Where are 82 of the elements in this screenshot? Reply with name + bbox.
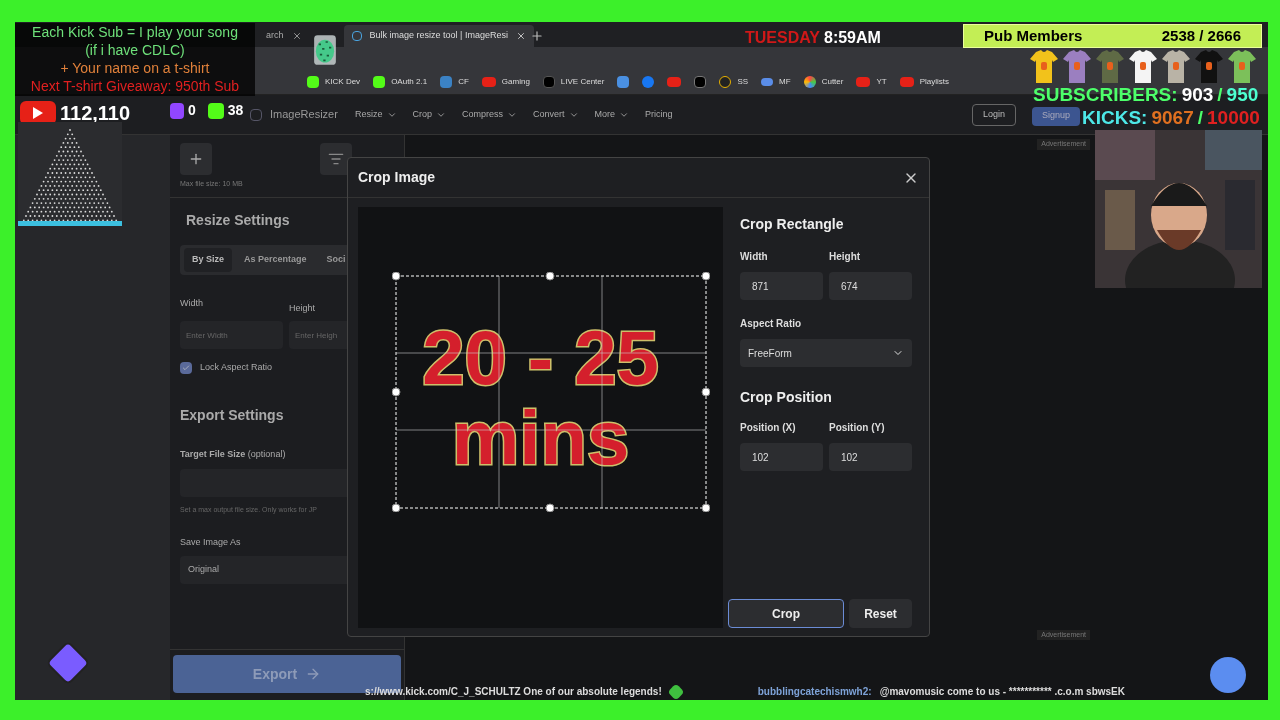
notice-line: (if i have CDLC) xyxy=(85,41,185,59)
browser-tab[interactable]: Bulk image resize tool | ImageResi xyxy=(343,25,534,47)
add-button[interactable] xyxy=(180,143,212,175)
number-field[interactable]: 102 xyxy=(829,443,912,471)
separator: / xyxy=(1197,108,1203,127)
section-title: Crop Position xyxy=(740,388,833,407)
nav-link[interactable]: Pricing xyxy=(645,107,673,122)
check-icon xyxy=(182,363,190,372)
logo-icon xyxy=(250,108,262,121)
jar-drawing xyxy=(313,32,337,68)
new-tab-icon[interactable] xyxy=(529,29,544,43)
subscribers-goal: 950 xyxy=(1226,85,1259,104)
field-label: Aspect Ratio xyxy=(740,317,803,331)
image-text: mins xyxy=(451,397,630,478)
checkbox[interactable] xyxy=(180,361,192,374)
plus-icon xyxy=(188,151,204,167)
field-label: Width xyxy=(740,250,769,264)
separator: / xyxy=(1217,85,1223,104)
aspect-ratio-select[interactable]: FreeForm xyxy=(740,339,912,367)
favicon-icon xyxy=(351,31,362,41)
kicks-goal: 10000 xyxy=(1207,108,1260,127)
crop-rectangle[interactable] xyxy=(392,272,710,512)
subscribers-label: SUBSCRIBERS: xyxy=(1033,85,1178,104)
resize-tab[interactable]: As Percentage xyxy=(236,247,315,272)
close-icon[interactable] xyxy=(291,31,302,41)
field-label: Position (Y) xyxy=(829,421,886,435)
browser-tab[interactable]: arch xyxy=(258,25,310,47)
youtube-count: 112,110 xyxy=(60,101,131,126)
kicks-label: KICKS: xyxy=(1082,108,1148,127)
subscribers-count: 903 xyxy=(1181,85,1214,104)
kicks-count: 9067 xyxy=(1151,108,1194,127)
clock-time: 8:59AM xyxy=(824,28,881,48)
bookmark[interactable]: CF xyxy=(440,76,469,88)
chat-username: bubblingcatechismwh2: xyxy=(757,685,872,699)
image-text: 20 - 25 xyxy=(422,317,659,398)
bookmark[interactable]: KICK Dev xyxy=(307,76,361,88)
filter-button[interactable] xyxy=(320,143,352,175)
section-title: Export Settings xyxy=(180,405,285,425)
bookmark[interactable]: Cutter xyxy=(803,76,844,88)
dialog-title: Crop Image xyxy=(358,168,435,187)
bookmark[interactable]: OAuth 2.1 xyxy=(373,76,428,88)
field-label: Position (X) xyxy=(740,421,797,435)
pub-members-count: 2538 / 2666 xyxy=(1161,25,1241,46)
nav-link[interactable]: Convert xyxy=(533,107,579,122)
kick-count: 38 xyxy=(227,101,244,120)
bookmark-icon xyxy=(440,76,453,88)
pub-members-label: Pub Members xyxy=(984,25,1083,46)
filter-icon xyxy=(328,151,344,167)
notice-line: + Your name on a t-shirt xyxy=(60,59,210,77)
nav-link[interactable]: Compress xyxy=(462,107,518,122)
login-button[interactable]: Login xyxy=(971,103,1016,126)
number-field[interactable]: 674 xyxy=(829,272,912,300)
bookmark[interactable]: MF xyxy=(761,76,791,88)
field-label: Height xyxy=(829,250,862,264)
nav-link[interactable]: Crop xyxy=(412,107,447,122)
site-logo[interactable]: ImageResizer xyxy=(270,106,338,123)
number-field[interactable]: 871 xyxy=(740,272,823,300)
field-label: Height xyxy=(289,301,316,315)
notice-line: Next T-shirt Giveaway: 950th Sub xyxy=(30,77,240,95)
section-title: Resize Settings xyxy=(186,210,291,230)
day-label: TUESDAY xyxy=(745,28,820,48)
nav-link[interactable]: More xyxy=(594,107,630,122)
bookmark[interactable]: YT xyxy=(856,76,887,88)
twitch-count: 0 xyxy=(188,101,196,120)
nav-link[interactable]: Resize xyxy=(355,107,397,122)
bookmark[interactable]: Playlists xyxy=(899,76,950,88)
dialog-button[interactable]: Reset xyxy=(849,599,912,628)
checkbox-label: Lock Aspect Ratio xyxy=(200,361,273,374)
section-title: Crop Rectangle xyxy=(740,215,845,234)
field-label: Target File Size (optional) xyxy=(180,447,287,461)
resize-tab[interactable]: By Size xyxy=(184,247,232,272)
close-icon[interactable] xyxy=(515,31,526,41)
bookmark[interactable]: SS xyxy=(719,76,749,88)
dialog-button[interactable]: Crop xyxy=(728,599,844,628)
field-label: Save Image As xyxy=(180,535,242,549)
notice-line: Each Kick Sub = I play your song xyxy=(32,23,238,41)
bookmark[interactable]: Gaming xyxy=(481,76,530,88)
number-field[interactable]: 102 xyxy=(740,443,823,471)
resize-tab[interactable]: Soci xyxy=(318,247,354,272)
bookmark[interactable]: LIVE Center xyxy=(542,76,605,88)
chat-message: @mavomusic come to us - *********** .c.o.m sbwsEK xyxy=(879,685,1125,699)
field-label: Width xyxy=(180,296,204,310)
